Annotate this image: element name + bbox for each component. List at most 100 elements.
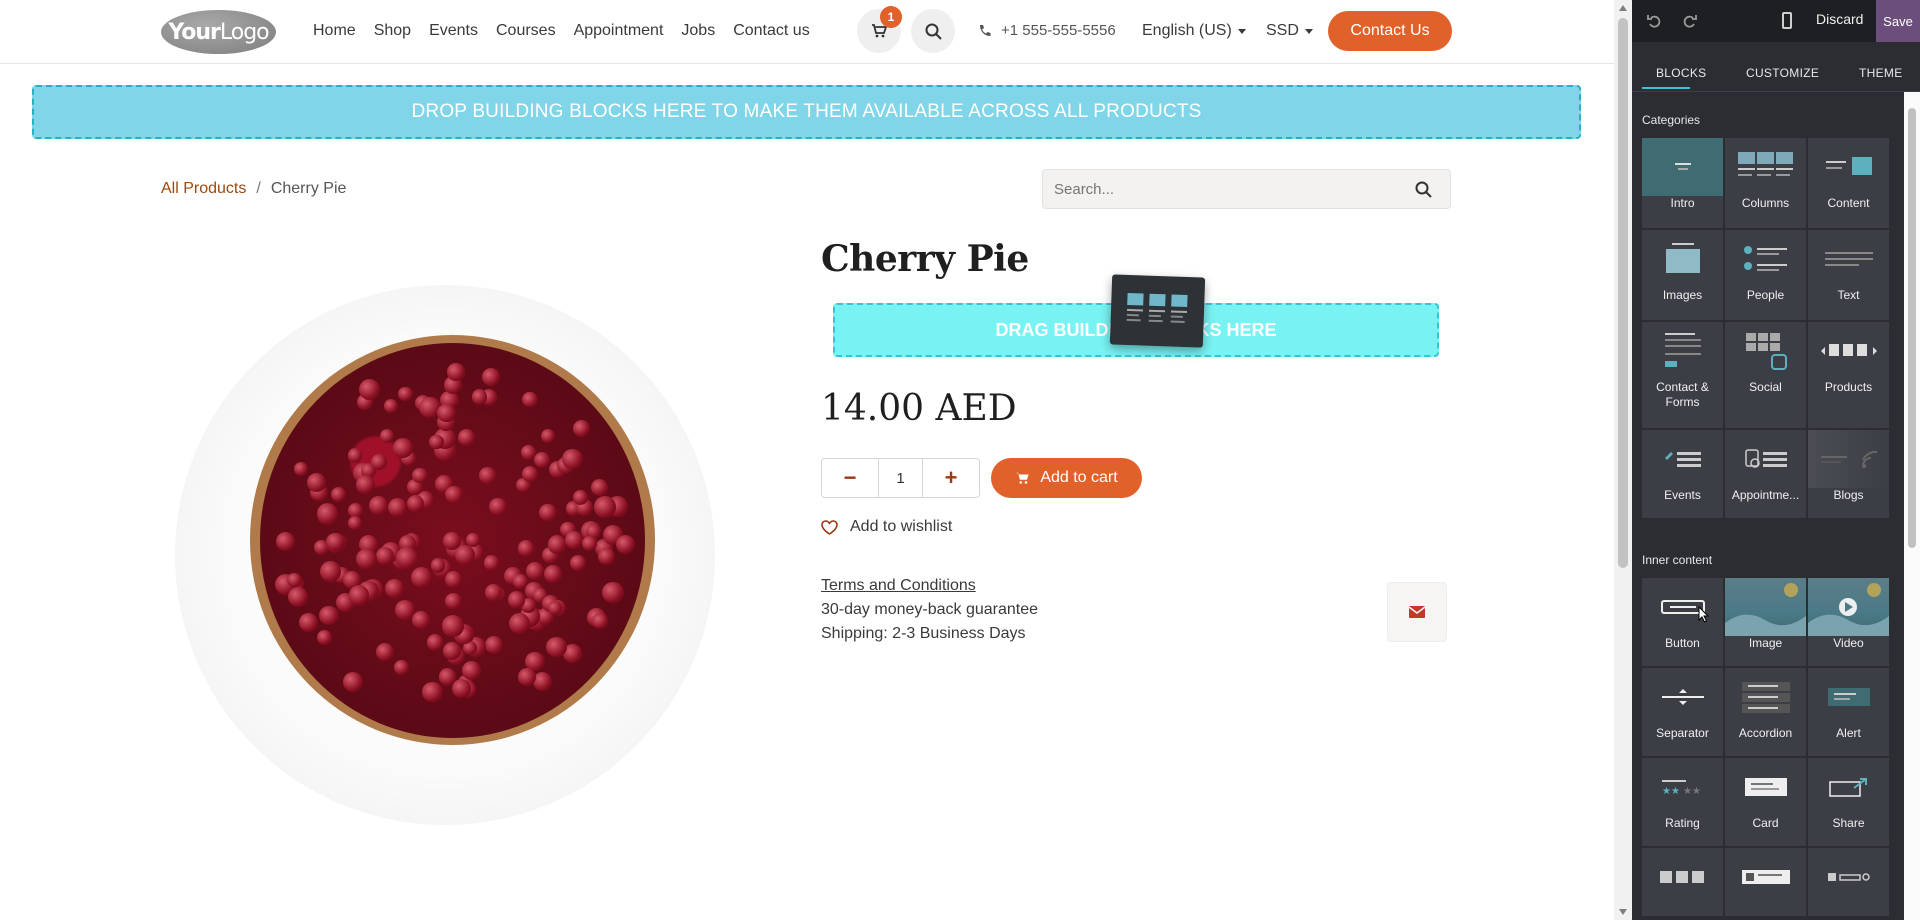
block-social-media[interactable]	[1642, 848, 1723, 916]
share-email-button[interactable]	[1387, 582, 1447, 642]
block-video-label: Video	[1833, 636, 1864, 650]
panel-scrollbar-thumb[interactable]	[1908, 108, 1916, 548]
block-text-label: Text	[1837, 288, 1860, 302]
block-blogs[interactable]: Blogs	[1808, 430, 1889, 518]
cherry	[445, 486, 463, 504]
global-drop-zone[interactable]: DROP BUILDING BLOCKS HERE TO MAKE THEM A…	[32, 85, 1581, 139]
intro-icon	[1642, 138, 1723, 196]
cherry	[582, 535, 598, 551]
block-events[interactable]: Events	[1642, 430, 1723, 518]
redo-icon[interactable]	[1680, 12, 1698, 30]
nav-appointment[interactable]: Appointment	[574, 22, 664, 40]
block-images[interactable]: Images	[1642, 230, 1723, 320]
block-video[interactable]: Video	[1808, 578, 1889, 666]
nav-jobs[interactable]: Jobs	[681, 22, 715, 40]
search-input[interactable]	[1043, 170, 1383, 208]
nav-home[interactable]: Home	[313, 22, 356, 40]
page-scrollbar[interactable]	[1614, 0, 1632, 920]
cherry	[447, 362, 465, 381]
cherry	[387, 497, 408, 518]
tab-customize[interactable]: CUSTOMIZE	[1746, 66, 1819, 80]
block-facebook[interactable]	[1725, 848, 1806, 916]
block-image[interactable]: Image	[1725, 578, 1806, 666]
product-search-icon	[1808, 848, 1889, 906]
cherry	[410, 567, 432, 589]
search-icon	[925, 23, 942, 40]
block-accordion[interactable]: Accordion	[1725, 668, 1806, 756]
product-image[interactable]	[175, 285, 715, 825]
panel-scrollbar[interactable]	[1904, 92, 1920, 920]
currency-label: SSD	[1266, 22, 1299, 39]
block-social[interactable]: Social	[1725, 322, 1806, 428]
cherry	[379, 428, 395, 444]
block-products[interactable]: Products	[1808, 322, 1889, 428]
increase-quantity-button[interactable]: +	[923, 459, 979, 497]
nav-contact[interactable]: Contact us	[733, 22, 809, 40]
cherry	[299, 613, 318, 632]
block-share[interactable]: Share	[1808, 758, 1889, 846]
decrease-quantity-button[interactable]: −	[822, 459, 878, 497]
cherry	[316, 629, 332, 645]
accordion-icon	[1725, 668, 1806, 726]
terms-link[interactable]: Terms and Conditions	[821, 577, 976, 595]
share-icon	[1808, 758, 1889, 816]
tab-theme[interactable]: THEME	[1859, 66, 1903, 80]
breadcrumb-all-products[interactable]: All Products	[161, 180, 246, 198]
add-to-cart-button[interactable]: Add to cart	[991, 458, 1142, 498]
add-to-wishlist-link[interactable]: Add to wishlist	[821, 518, 952, 536]
phone-link[interactable]: +1 555-555-5556	[978, 22, 1116, 39]
block-rating[interactable]: ★★ ★★ Rating	[1642, 758, 1723, 846]
block-accordion-label: Accordion	[1738, 726, 1793, 740]
block-alert[interactable]: Alert	[1808, 668, 1889, 756]
cherry	[485, 635, 504, 655]
scrollbar-thumb[interactable]	[1618, 18, 1628, 568]
site-header: YourLogo Home Shop Events Courses Appoin…	[0, 0, 1614, 64]
block-columns[interactable]: Columns	[1725, 138, 1806, 228]
tab-blocks[interactable]: BLOCKS	[1656, 66, 1707, 80]
cherry	[543, 565, 562, 583]
block-content[interactable]: Content	[1808, 138, 1889, 228]
alert-icon	[1808, 668, 1889, 726]
discard-button[interactable]: Discard	[1816, 11, 1863, 27]
appointment-icon	[1725, 430, 1806, 488]
save-button[interactable]: Save	[1876, 0, 1920, 42]
undo-icon[interactable]	[1646, 12, 1664, 30]
search-button[interactable]	[911, 9, 955, 53]
logo[interactable]: YourLogo	[161, 10, 276, 54]
nav-shop[interactable]: Shop	[374, 22, 411, 40]
editor-panel: Discard Save BLOCKS CUSTOMIZE THEME Cate…	[1632, 0, 1920, 920]
facebook-icon	[1725, 848, 1806, 906]
cherry	[545, 636, 567, 658]
language-dropdown[interactable]: English (US)	[1142, 22, 1246, 40]
image-icon	[1725, 578, 1806, 636]
block-card[interactable]: Card	[1725, 758, 1806, 846]
quantity-input[interactable]: 1	[878, 459, 923, 497]
search-icon[interactable]	[1415, 181, 1432, 198]
block-people[interactable]: People	[1725, 230, 1806, 320]
currency-dropdown[interactable]: SSD	[1266, 22, 1313, 40]
block-appointment[interactable]: Appointme...	[1725, 430, 1806, 518]
mobile-preview-icon[interactable]	[1782, 12, 1792, 29]
nav-events[interactable]: Events	[429, 22, 478, 40]
button-icon	[1642, 578, 1723, 636]
nav-courses[interactable]: Courses	[496, 22, 556, 40]
scroll-up-icon[interactable]	[1619, 5, 1627, 11]
cherry	[572, 420, 590, 438]
block-button[interactable]: Button	[1642, 578, 1723, 666]
inner-content-grid: Button Image Video Separator Accordion A…	[1642, 578, 1889, 916]
cherry	[522, 465, 539, 482]
dragged-block-preview[interactable]	[1109, 274, 1206, 348]
block-separator[interactable]: Separator	[1642, 668, 1723, 756]
block-text[interactable]: Text	[1808, 230, 1889, 320]
cherry	[518, 540, 535, 557]
block-search-product[interactable]	[1808, 848, 1889, 916]
contact-us-button[interactable]: Contact Us	[1328, 11, 1452, 51]
block-intro[interactable]: Intro	[1642, 138, 1723, 228]
block-share-label: Share	[1832, 816, 1865, 830]
categories-grid: Intro Columns Content Images People Text…	[1642, 138, 1889, 518]
cherry	[591, 612, 608, 629]
cherry	[572, 489, 588, 505]
block-contact-forms[interactable]: Contact & Forms	[1642, 322, 1723, 428]
cherry	[471, 389, 488, 405]
scroll-down-icon[interactable]	[1619, 909, 1627, 915]
